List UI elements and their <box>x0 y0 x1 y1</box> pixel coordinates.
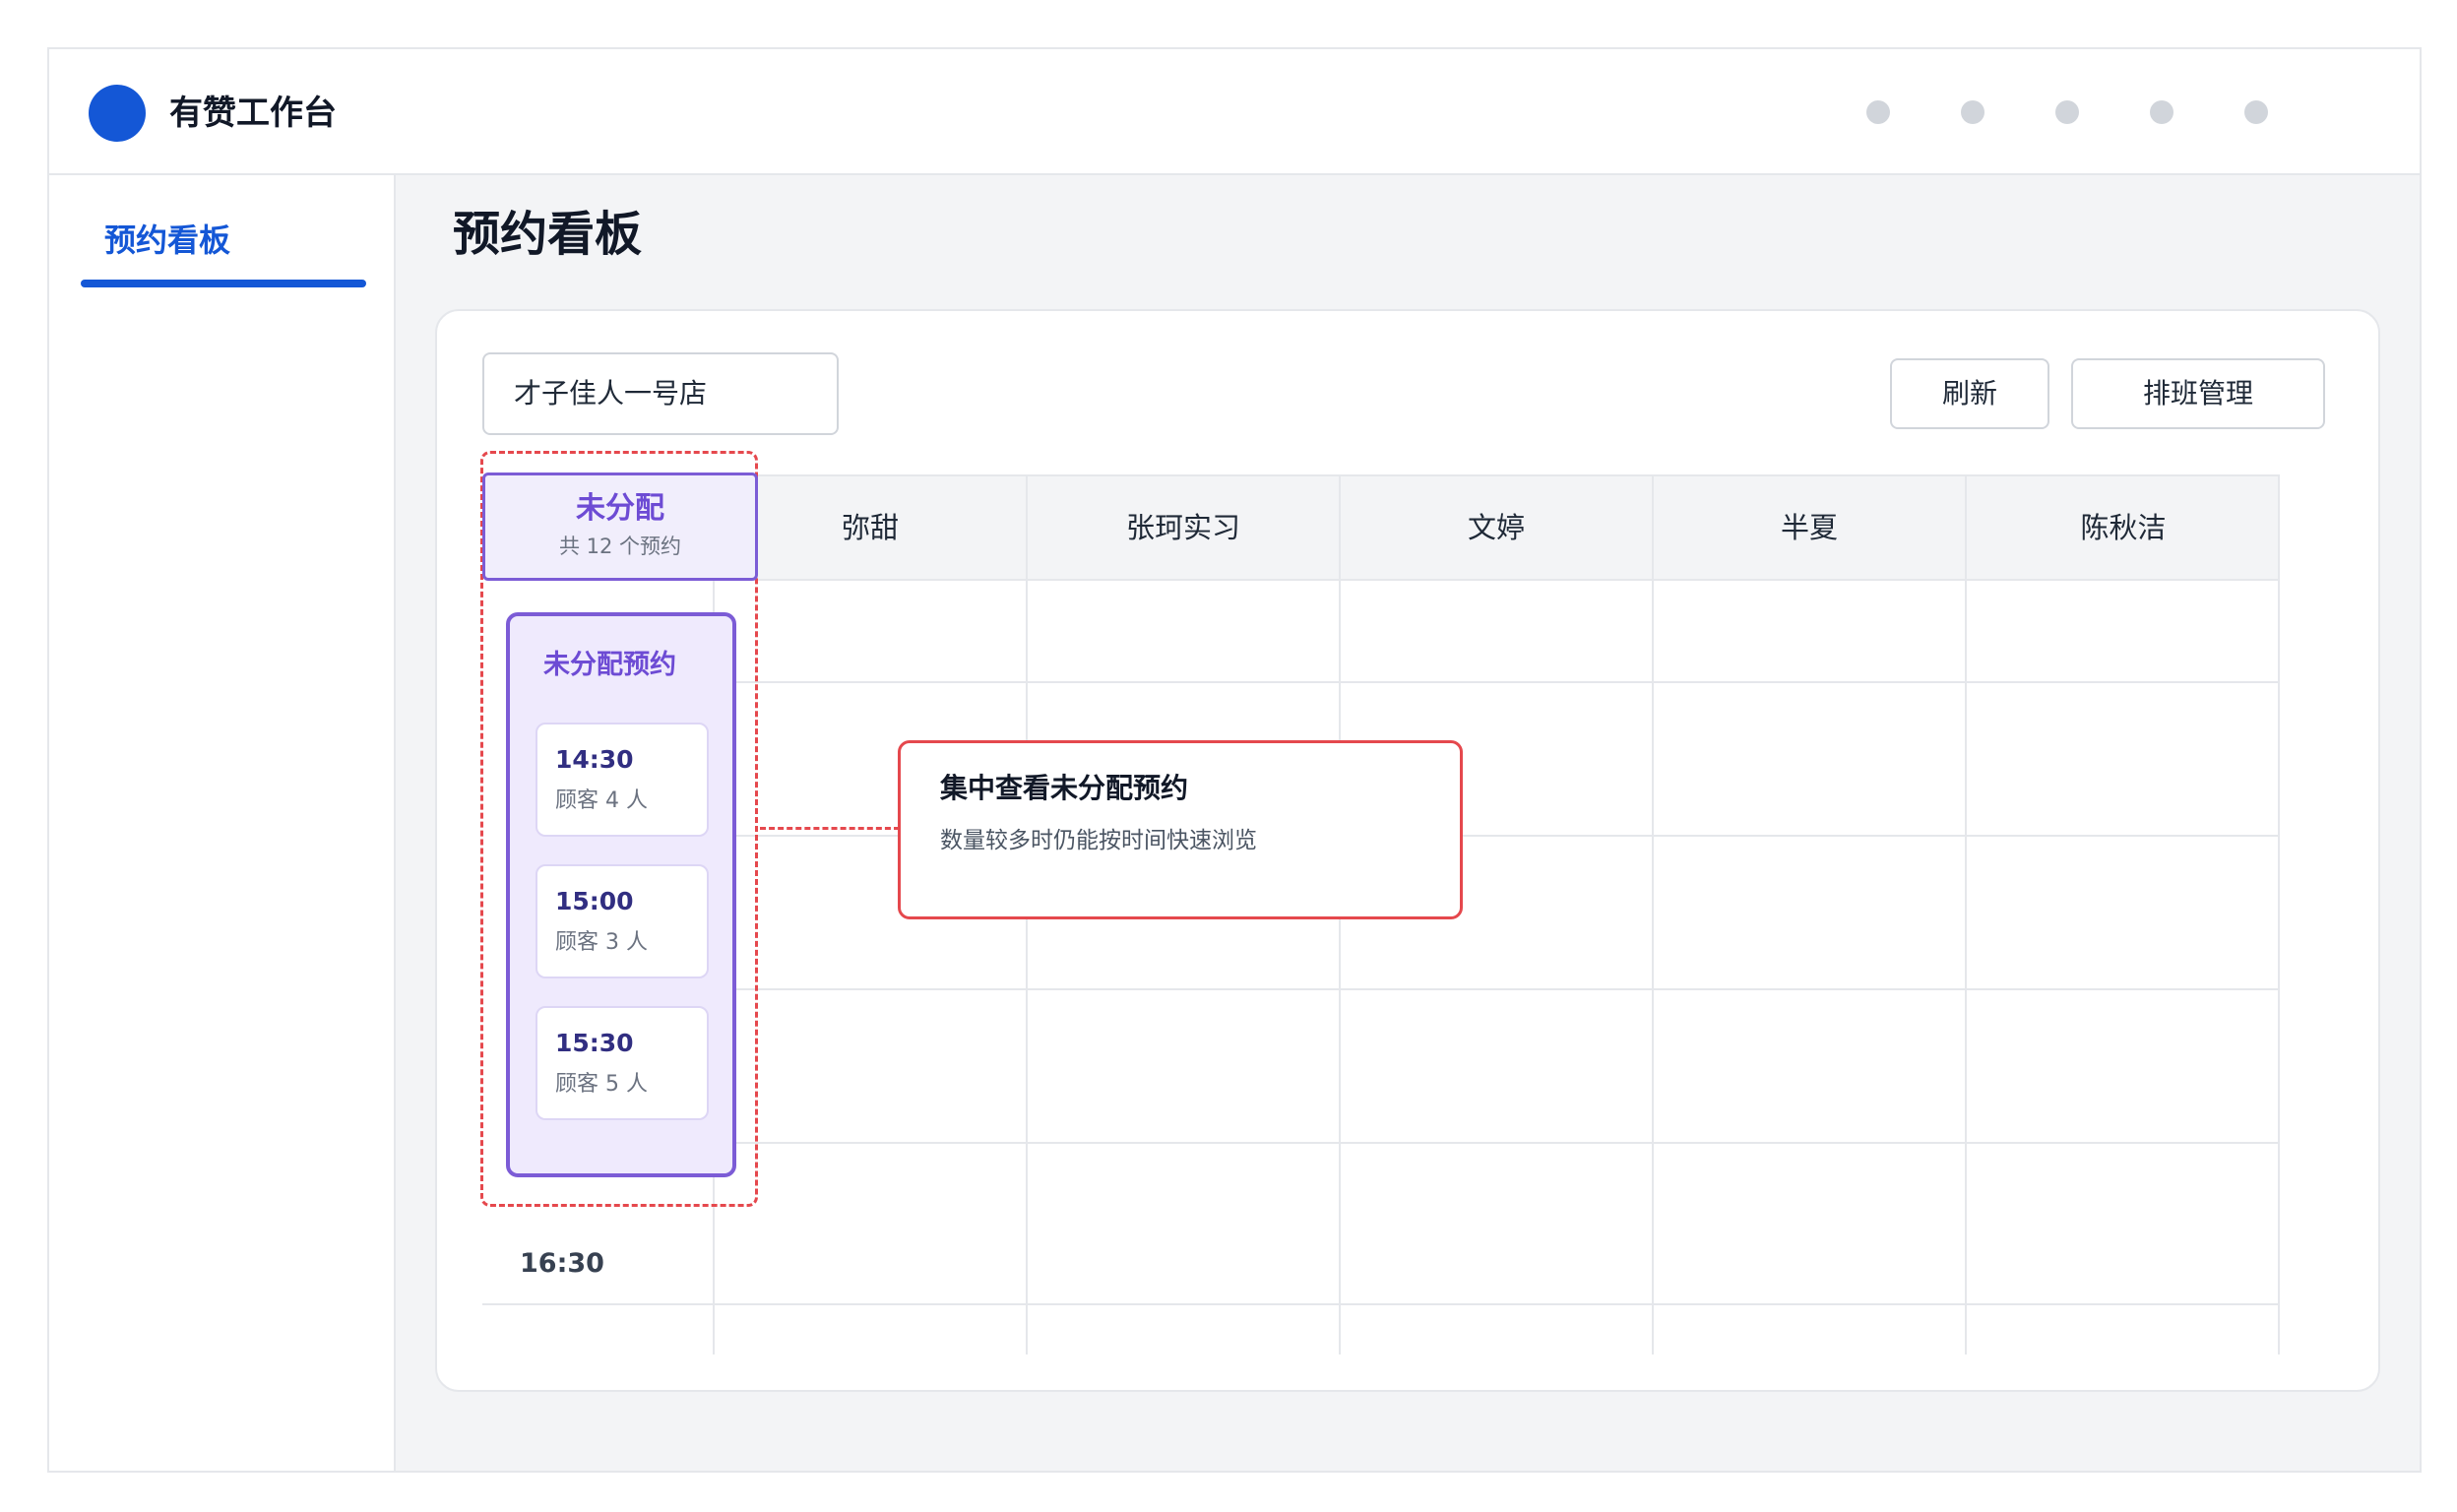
active-tab-indicator <box>81 280 366 287</box>
grid-divider <box>1652 581 1654 1354</box>
staff-column-header[interactable]: 陈秋洁 <box>1967 476 2280 579</box>
shift-management-button[interactable]: 排班管理 <box>2071 358 2325 429</box>
nav-icon-3[interactable] <box>2055 100 2079 124</box>
appointment-card[interactable]: 15:00 顾客 3 人 <box>536 864 709 978</box>
time-label: 16:30 <box>520 1248 604 1279</box>
nav-icon-4[interactable] <box>2150 100 2174 124</box>
nav-icon-1[interactable] <box>1866 100 1890 124</box>
app-title: 有赞工作台 <box>169 94 337 133</box>
staff-column-header[interactable]: 弥甜 <box>715 476 1028 579</box>
grid-divider <box>1339 581 1341 1354</box>
page-title: 预约看板 <box>453 207 643 262</box>
annotation-callout: 集中查看未分配预约 数量较多时仍能按时间快速浏览 <box>898 740 1463 919</box>
appointment-card[interactable]: 15:30 顾客 5 人 <box>536 1006 709 1120</box>
appointment-guests: 顾客 4 人 <box>555 788 648 813</box>
appointment-time: 15:00 <box>555 887 634 915</box>
staff-column-header[interactable]: 半夏 <box>1654 476 1967 579</box>
grid-divider <box>1965 581 1967 1354</box>
callout-connector <box>760 827 900 830</box>
grid-row-divider <box>713 988 2280 990</box>
callout-description: 数量较多时仍能按时间快速浏览 <box>940 828 1257 853</box>
refresh-button[interactable]: 刷新 <box>1890 358 2049 429</box>
grid-row-divider <box>713 681 2280 683</box>
appointment-guests: 顾客 5 人 <box>555 1072 648 1097</box>
top-bar: 有赞工作台 <box>49 49 2420 175</box>
staff-header-row: 弥甜 张珂实习 文婷 半夏 陈秋洁 <box>713 474 2280 581</box>
unassigned-count: 共 12 个预约 <box>558 535 682 558</box>
grid-divider <box>1026 581 1028 1354</box>
appointment-guests: 顾客 3 人 <box>555 930 648 955</box>
store-select[interactable]: 才子佳人一号店 <box>482 352 839 435</box>
unassigned-panel: 未分配预约 14:30 顾客 4 人 15:00 顾客 3 人 15:30 顾客… <box>506 612 736 1177</box>
sidebar-item-appointment-board[interactable]: 预约看板 <box>104 217 230 264</box>
nav-icon-5[interactable] <box>2244 100 2268 124</box>
logo-icon <box>89 85 146 142</box>
staff-column-header[interactable]: 张珂实习 <box>1028 476 1341 579</box>
appointment-card[interactable]: 14:30 顾客 4 人 <box>536 723 709 837</box>
unassigned-column-header[interactable]: 未分配 共 12 个预约 <box>482 472 758 581</box>
grid-row-divider <box>482 1303 2280 1305</box>
staff-column-header[interactable]: 文婷 <box>1341 476 1654 579</box>
unassigned-title: 未分配 <box>576 491 664 526</box>
appointment-time: 15:30 <box>555 1029 634 1057</box>
appointment-time: 14:30 <box>555 745 634 774</box>
sidebar: 预约看板 <box>49 175 396 1471</box>
unassigned-panel-title: 未分配预约 <box>543 650 676 680</box>
nav-icon-2[interactable] <box>1961 100 1984 124</box>
grid-divider <box>2278 581 2280 1354</box>
grid-row-divider <box>713 1142 2280 1144</box>
callout-title: 集中查看未分配预约 <box>940 772 1189 804</box>
